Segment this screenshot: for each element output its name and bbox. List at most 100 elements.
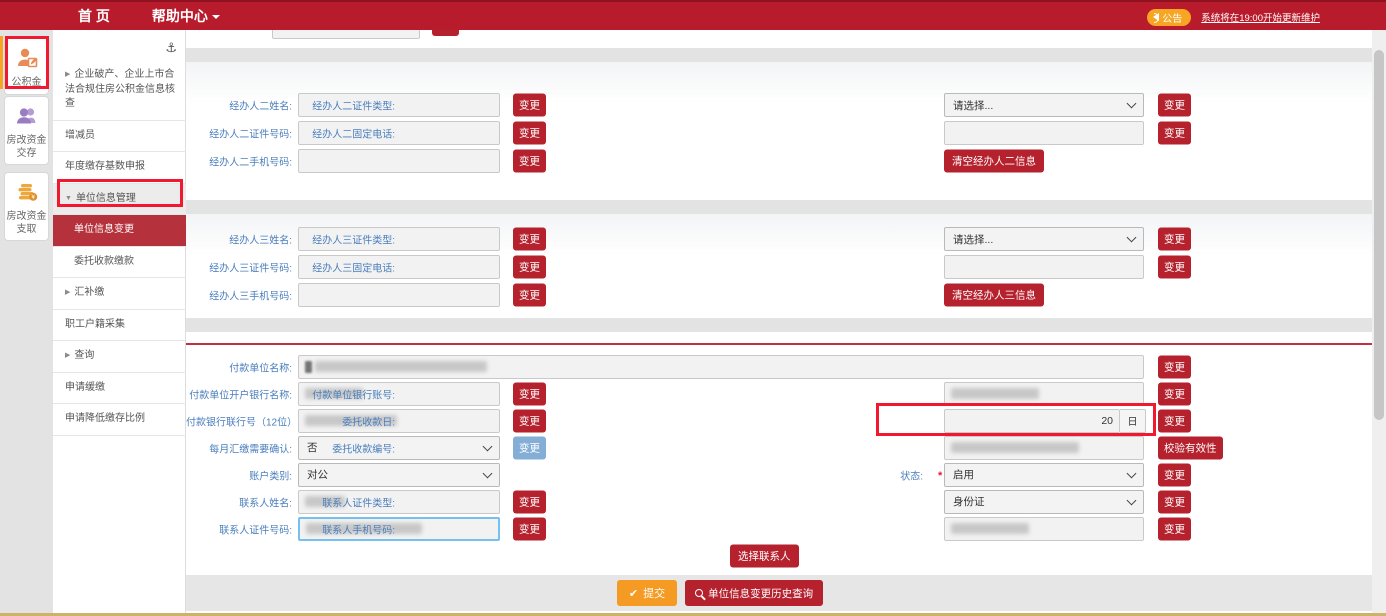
active-rail-indicator <box>0 36 3 89</box>
masked-value <box>315 361 487 372</box>
collect-no-input[interactable] <box>944 436 1144 460</box>
change-button[interactable]: 变更 <box>1158 122 1191 145</box>
field-label: 经办人二固定电话: <box>186 126 395 141</box>
sidebar-item-entrust-collect-pay[interactable]: 委托收款缴款 <box>53 247 186 279</box>
change-button[interactable]: 变更 <box>513 150 546 173</box>
sidebar-menu: ⚓ ▶企业破产、企业上市合法合规住房公积金信息核查 增减员 年度缴存基数申报 ▼… <box>53 30 186 616</box>
operator3-mobile-input[interactable] <box>298 283 500 307</box>
sidebar-item-add-remove[interactable]: 增减员 <box>53 121 186 153</box>
submit-button[interactable]: ✔ 提交 <box>617 580 677 606</box>
field-label: 经办人二证件类型: <box>186 98 395 113</box>
change-button[interactable]: 变更 <box>513 436 546 459</box>
field-label: 经办人三证件类型: <box>186 232 395 247</box>
chevron-down-icon <box>1127 233 1137 243</box>
chevron-down-icon <box>1127 495 1137 505</box>
chevron-right-icon: ▶ <box>65 352 70 359</box>
field-label: 付款单位名称: <box>186 359 292 374</box>
chevron-down-icon <box>483 441 493 451</box>
change-button[interactable]: 变更 <box>1158 355 1191 378</box>
change-button[interactable]: 变更 <box>513 256 546 279</box>
field-label: 委托收款编号: <box>186 440 395 455</box>
status-select[interactable]: 启用 <box>944 463 1144 487</box>
sidebar-item-huibujiao[interactable]: ▶汇补缴 <box>53 278 186 310</box>
collect-day-input[interactable]: 20 <box>944 409 1120 433</box>
payer-name-input[interactable] <box>298 355 1144 379</box>
sidebar-item-annual-base[interactable]: 年度缴存基数申报 <box>53 152 186 184</box>
person-edit-icon <box>5 46 48 75</box>
announcement-badge[interactable]: 公告 <box>1147 9 1191 26</box>
operator3-tel-input[interactable] <box>944 255 1144 279</box>
change-button[interactable]: 变更 <box>1158 490 1191 513</box>
sidebar-item-query[interactable]: ▶查询 <box>53 341 186 373</box>
icon-rail: 公积金 房改资金交存 ¥ 房改资金支取 <box>0 30 53 616</box>
change-button[interactable]: 变更 <box>513 382 546 405</box>
main-content: 经办人二姓名: 变更 经办人二证件类型: 请选择... 变更 经办人二证件号码:… <box>186 30 1372 616</box>
change-button[interactable]: 变更 <box>513 409 546 432</box>
clear-operator3-button[interactable]: 清空经办人三信息 <box>944 284 1044 307</box>
vertical-scrollbar[interactable] <box>1372 30 1386 616</box>
sidebar-item-hukou-collect[interactable]: 职工户籍采集 <box>53 310 186 342</box>
field-label: 经办人三固定电话: <box>186 260 395 275</box>
chevron-down-icon <box>212 15 220 19</box>
chevron-right-icon: ▶ <box>65 289 70 296</box>
anchor-icon[interactable]: ⚓ <box>165 40 177 56</box>
verify-validity-button[interactable]: 校验有效性 <box>1158 436 1223 459</box>
change-button[interactable]: 变更 <box>513 284 546 307</box>
change-button[interactable]: 变更 <box>513 517 546 540</box>
section-divider <box>186 48 1372 62</box>
change-button[interactable]: 变更 <box>1158 382 1191 405</box>
masked-value <box>951 523 1029 534</box>
sidebar-group-unit-info[interactable]: ▼单位信息管理 <box>53 184 186 216</box>
clipped-input[interactable] <box>272 30 420 39</box>
select-contact-button[interactable]: 选择联系人 <box>730 544 799 567</box>
change-button[interactable]: 变更 <box>1158 94 1191 117</box>
operator2-mobile-input[interactable] <box>298 149 500 173</box>
field-label: 账户类别: <box>186 467 292 482</box>
app-root: 首 页 帮助中心 公告 系统将在19:00开始更新维护 公积金 房改资金交存 <box>0 0 1386 616</box>
change-button[interactable]: 变更 <box>1158 409 1191 432</box>
nav-home[interactable]: 首 页 <box>78 6 110 26</box>
bank-account-input[interactable] <box>944 382 1144 406</box>
change-button[interactable]: 变更 <box>513 94 546 117</box>
operator2-cert-type-select[interactable]: 请选择... <box>944 93 1144 117</box>
clear-operator2-button[interactable]: 清空经办人二信息 <box>944 150 1044 173</box>
account-type-select[interactable]: 对公 <box>298 463 500 487</box>
payment-info-section: 付款单位名称: 变更 付款单位开户银行名称: 变更 付款单位银行账号: 变更 付… <box>186 332 1372 575</box>
nav-help-center[interactable]: 帮助中心 <box>152 6 220 26</box>
field-label: 付款单位银行账号: <box>186 386 395 401</box>
masked-value <box>951 442 1079 453</box>
field-label: 状态: <box>714 467 923 482</box>
coins-icon: ¥ <box>5 180 48 209</box>
rail-item-gongjijin[interactable]: 公积金 <box>4 38 49 95</box>
operator3-cert-type-select[interactable]: 请选择... <box>944 227 1144 251</box>
sidebar-item-bankruptcy-check[interactable]: ▶企业破产、企业上市合法合规住房公积金信息核查 <box>53 60 186 121</box>
scrollbar-thumb[interactable] <box>1374 50 1384 420</box>
chevron-right-icon: ▶ <box>65 71 70 78</box>
contact-cert-type-select[interactable]: 身份证 <box>944 490 1144 514</box>
change-button[interactable]: 变更 <box>513 122 546 145</box>
field-label: 经办人三手机号码: <box>186 288 292 303</box>
sidebar-item-apply-defer[interactable]: 申请缓缴 <box>53 373 186 405</box>
sidebar-item-lower-ratio[interactable]: 申请降低缴存比例 <box>53 404 186 436</box>
rail-item-fanggai-jiaocun[interactable]: 房改资金交存 <box>4 96 49 165</box>
change-button[interactable]: 变更 <box>1158 228 1191 251</box>
sidebar-item-unit-info-change[interactable]: 单位信息变更 <box>53 215 186 247</box>
change-button[interactable]: 变更 <box>1158 517 1191 540</box>
change-button[interactable]: 变更 <box>1158 463 1191 486</box>
speaker-icon <box>1153 13 1159 21</box>
maintenance-notice-link[interactable]: 系统将在19:00开始更新维护 <box>1201 10 1320 24</box>
section-divider <box>186 318 1372 332</box>
contact-mobile-input[interactable] <box>944 517 1144 541</box>
operator2-tel-input[interactable] <box>944 121 1144 145</box>
rail-item-fanggai-zhiqu[interactable]: ¥ 房改资金支取 <box>4 172 49 241</box>
operator3-section: 经办人三姓名: 变更 经办人三证件类型: 请选择... 变更 经办人三证件号码:… <box>186 214 1372 318</box>
change-button[interactable]: 变更 <box>513 228 546 251</box>
chevron-down-icon <box>1127 468 1137 478</box>
change-button[interactable]: 变更 <box>1158 256 1191 279</box>
change-button[interactable]: 变更 <box>513 490 546 513</box>
change-history-query-button[interactable]: 单位信息变更历史查询 <box>685 580 823 606</box>
top-nav-bar: 首 页 帮助中心 公告 系统将在19:00开始更新维护 <box>0 0 1386 30</box>
clipped-change-button[interactable] <box>432 30 459 36</box>
search-icon <box>695 589 703 597</box>
required-mark: * <box>938 469 942 481</box>
